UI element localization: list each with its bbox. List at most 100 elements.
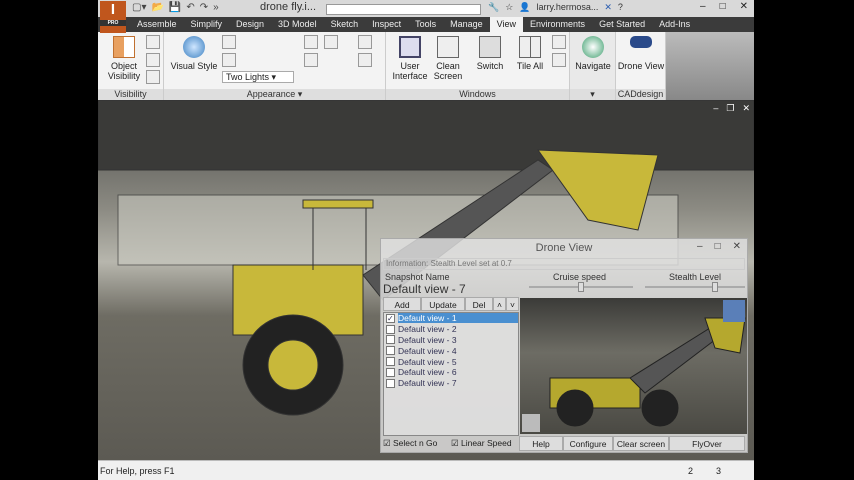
slider-thumb[interactable]	[577, 282, 584, 292]
stealth-level-slider[interactable]	[645, 282, 745, 292]
tab-view[interactable]: View	[489, 17, 524, 32]
cruise-speed-slider[interactable]	[529, 282, 633, 292]
flyover-button[interactable]: FlyOver	[669, 436, 745, 451]
object-visibility-button[interactable]: Object Visibility	[102, 36, 146, 81]
viewcube-icon[interactable]	[723, 300, 745, 322]
help-icon[interactable]: ?	[618, 2, 623, 13]
update-button[interactable]: Update	[421, 297, 465, 311]
help-button[interactable]: Help	[519, 436, 563, 451]
snapshot-list-item[interactable]: Default view - 3	[384, 335, 518, 346]
save-icon[interactable]: 💾	[169, 2, 181, 13]
panel-label: ▾	[570, 89, 615, 100]
panel-label: Windows	[386, 89, 569, 100]
snapshot-name-field[interactable]: Default view - 7	[383, 282, 466, 296]
tab-tools[interactable]: Tools	[408, 17, 443, 32]
tile-all-button[interactable]: Tile All	[510, 36, 550, 71]
checkbox[interactable]	[386, 324, 395, 334]
object-visibility-icon	[113, 36, 135, 58]
user-area: 🔧 ☆ 👤 larry.hermosa... ✕?	[488, 2, 623, 13]
delete-button[interactable]: Del	[465, 297, 493, 311]
star-icon[interactable]: ☆	[505, 2, 513, 13]
user-interface-button[interactable]: User Interface	[392, 36, 428, 81]
caddesign-panel: Drone View CADdesign	[616, 32, 666, 100]
tab-get-started[interactable]: Get Started	[592, 17, 652, 32]
key-icon[interactable]: 🔧	[488, 2, 499, 13]
select-n-go-checkbox[interactable]: ☑ Select n Go	[383, 438, 451, 449]
drone-view-button[interactable]: Drone View	[616, 36, 666, 71]
drone-preview[interactable]	[520, 298, 747, 434]
clean-screen-button[interactable]: Clean Screen	[430, 36, 466, 81]
checkbox[interactable]	[386, 367, 395, 377]
visual-style-button[interactable]: Visual Style	[170, 36, 218, 71]
tab-environments[interactable]: Environments	[523, 17, 592, 32]
maximize-icon[interactable]: □	[715, 241, 721, 252]
windows-panel: User Interface Clean Screen Switch Tile …	[386, 32, 570, 100]
undo-icon[interactable]: ↶	[186, 2, 194, 13]
linear-speed-checkbox[interactable]: ☑ Linear Speed	[451, 438, 519, 449]
projection-icon[interactable]	[304, 35, 318, 49]
drone-icon	[630, 36, 652, 48]
tab-sketch[interactable]: Sketch	[324, 17, 366, 32]
tab-3d-model[interactable]: 3D Model	[271, 17, 324, 32]
ground-plane-icon[interactable]	[304, 53, 318, 67]
checkbox[interactable]	[386, 357, 395, 367]
search-input[interactable]	[326, 4, 481, 15]
tab-assemble[interactable]: Assemble	[130, 17, 184, 32]
restore-icon[interactable]: ❐	[726, 103, 734, 114]
compass-icon[interactable]	[146, 70, 160, 84]
tab-inspect[interactable]: Inspect	[365, 17, 408, 32]
close-icon[interactable]: ✕	[733, 241, 741, 252]
snapshot-list-item[interactable]: Default view - 6	[384, 367, 518, 378]
center-of-gravity-icon[interactable]	[146, 35, 160, 49]
navigate-button[interactable]: Navigate	[572, 36, 614, 71]
new-icon[interactable]: ▢▾	[132, 2, 146, 13]
cascade-icon[interactable]	[552, 35, 566, 49]
tab-simplify[interactable]: Simplify	[184, 17, 230, 32]
slider-thumb[interactable]	[712, 282, 718, 292]
new-window-icon[interactable]	[552, 53, 566, 67]
add-button[interactable]: Add	[383, 297, 421, 311]
close-icon[interactable]: ✕	[740, 1, 748, 12]
checkbox[interactable]	[386, 335, 395, 345]
tab-design[interactable]: Design	[229, 17, 271, 32]
tab-manage[interactable]: Manage	[443, 17, 490, 32]
steering-wheel-icon	[582, 36, 604, 58]
graphics-viewport[interactable]: – ❐ ✕ Drone View – □ ✕ Information: Stealth …	[98, 100, 754, 460]
more-icon[interactable]: »	[213, 2, 219, 13]
close-icon[interactable]: ✕	[742, 103, 750, 114]
checkbox[interactable]	[386, 378, 395, 388]
exchange-icon[interactable]: ✕	[604, 2, 612, 13]
tab-add-ins[interactable]: Add-Ins	[652, 17, 697, 32]
configure-button[interactable]: Configure	[563, 436, 613, 451]
user-name[interactable]: larry.hermosa...	[537, 2, 599, 13]
snapshot-list-item[interactable]: Default view - 2	[384, 324, 518, 335]
redo-icon[interactable]: ↷	[200, 2, 208, 13]
checkbox[interactable]	[386, 346, 395, 356]
dof-icon[interactable]	[146, 53, 160, 67]
open-icon[interactable]: 📂	[151, 2, 163, 13]
reflections-icon[interactable]	[222, 53, 236, 67]
status-count-1: 2	[688, 466, 694, 476]
section-icon[interactable]	[358, 53, 372, 67]
ray-tracing-icon[interactable]	[324, 35, 338, 49]
snapshot-list-item[interactable]: Default view - 7	[384, 378, 518, 389]
snapshot-list-item[interactable]: Default view - 4	[384, 345, 518, 356]
checkbox[interactable]: ✓	[386, 313, 395, 323]
shadows-icon[interactable]	[222, 35, 236, 49]
maximize-icon[interactable]: □	[720, 1, 726, 12]
clear-screen-button[interactable]: Clear screen	[613, 436, 669, 451]
lighting-dropdown[interactable]: Two Lights ▾	[222, 71, 294, 83]
move-down-button[interactable]: ˅	[506, 297, 519, 311]
minimize-icon[interactable]: –	[700, 1, 706, 12]
preview-wheel	[556, 389, 594, 427]
snapshot-list-item[interactable]: Default view - 5	[384, 356, 518, 367]
user-icon[interactable]: 👤	[519, 2, 530, 13]
snapshot-list-item[interactable]: ✓ Default view - 1	[384, 313, 518, 324]
window-controls: – □ ✕	[700, 1, 748, 12]
switch-button[interactable]: Switch	[472, 36, 508, 71]
texture-icon[interactable]	[358, 35, 372, 49]
move-up-button[interactable]: ˄	[493, 297, 506, 311]
minimize-icon[interactable]: –	[713, 103, 718, 114]
minimize-icon[interactable]: –	[697, 241, 703, 252]
app-menu-button[interactable]: I PRO	[100, 1, 126, 33]
